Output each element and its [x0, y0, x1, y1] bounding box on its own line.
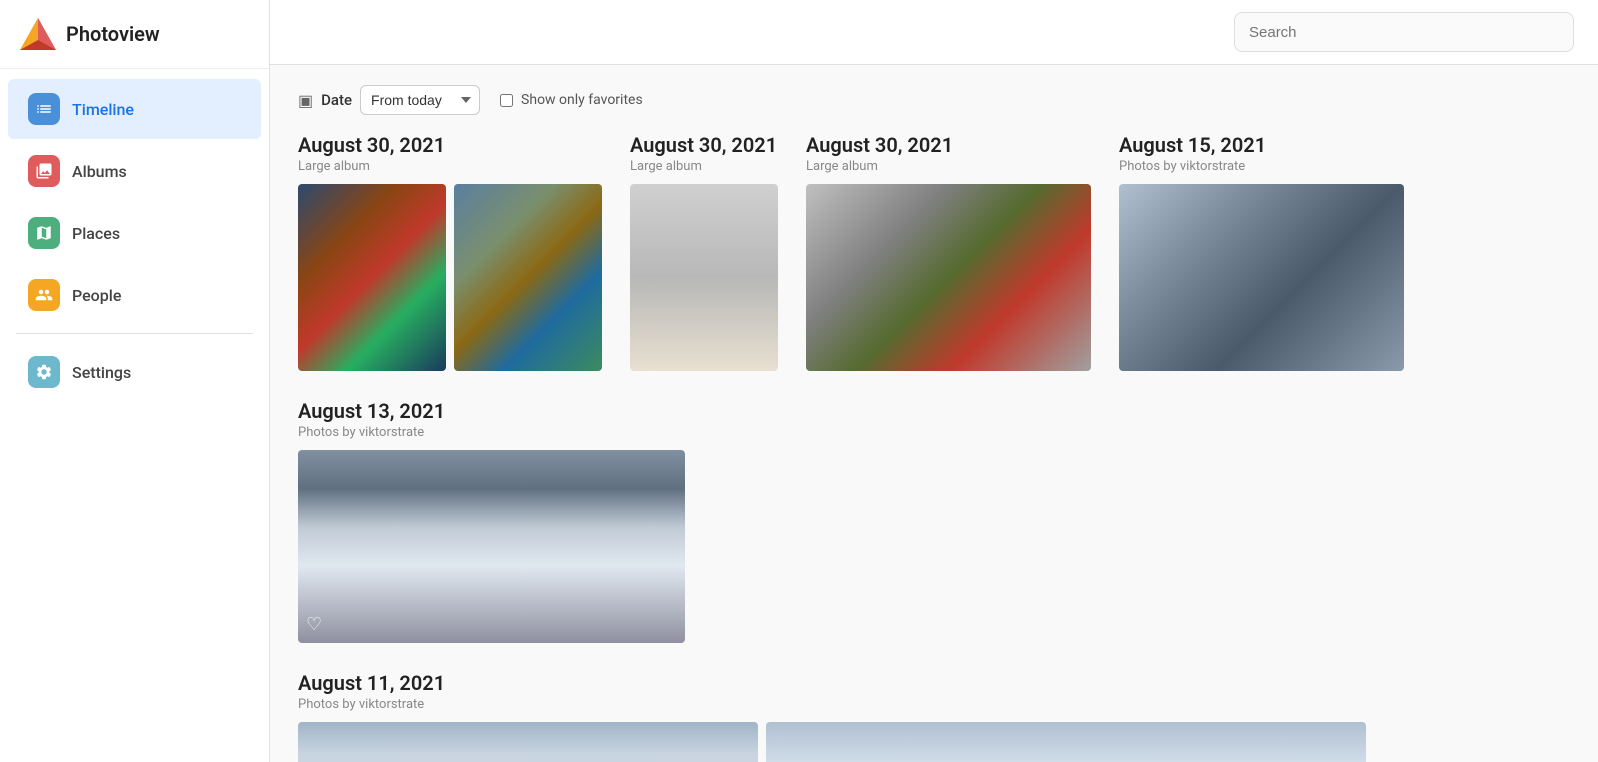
- group-subtitle: Photos by viktorstrate: [1119, 159, 1404, 174]
- photo-group-aug13: August 13, 2021 Photos by viktorstrate ♡: [298, 399, 1570, 643]
- filters-bar: ▣ Date From today Last 7 days Last 30 da…: [298, 85, 1570, 115]
- sidebar: Photoview Timeline Albums Places: [0, 0, 270, 762]
- date-label: Date: [321, 91, 352, 109]
- group-subtitle: Large album: [806, 159, 1091, 174]
- group-subtitle: Photos by viktorstrate: [298, 425, 1570, 440]
- sidebar-item-settings[interactable]: Settings: [8, 342, 261, 402]
- photo-thumb[interactable]: [454, 184, 602, 371]
- nav-divider: [16, 333, 253, 334]
- nav-items: Timeline Albums Places People: [0, 69, 269, 412]
- sidebar-item-places[interactable]: Places: [8, 203, 261, 263]
- albums-icon: [28, 155, 60, 187]
- settings-icon: [28, 356, 60, 388]
- photo-thumb[interactable]: [766, 722, 1366, 762]
- group-subtitle: Large album: [630, 159, 778, 174]
- photo-grid: [298, 184, 602, 371]
- photo-grid: [1119, 184, 1404, 371]
- group-subtitle: Photos by viktorstrate: [298, 697, 1570, 712]
- group-date: August 30, 2021: [630, 133, 778, 157]
- people-icon: [28, 279, 60, 311]
- sidebar-label-settings: Settings: [72, 363, 131, 382]
- date-dropdown[interactable]: From today Last 7 days Last 30 days Last…: [360, 85, 480, 115]
- group-date: August 30, 2021: [806, 133, 1091, 157]
- sidebar-item-timeline[interactable]: Timeline: [8, 79, 261, 139]
- sidebar-label-places: Places: [72, 224, 120, 243]
- group-date: August 11, 2021: [298, 671, 1570, 695]
- group-date: August 15, 2021: [1119, 133, 1404, 157]
- group-subtitle: Large album: [298, 159, 602, 174]
- photo-grid: [806, 184, 1091, 371]
- photo-grid: [298, 722, 1570, 762]
- favorites-checkbox[interactable]: [500, 94, 513, 107]
- photo-thumb[interactable]: [298, 722, 758, 762]
- group-date: August 30, 2021: [298, 133, 602, 157]
- places-icon: [28, 217, 60, 249]
- favorite-heart: ♡: [306, 614, 322, 635]
- timeline-icon: [28, 93, 60, 125]
- app-name: Photoview: [66, 22, 160, 46]
- sidebar-label-albums: Albums: [72, 162, 127, 181]
- group-date: August 13, 2021: [298, 399, 1570, 423]
- topbar: [270, 0, 1598, 65]
- app-logo-area: Photoview: [0, 0, 269, 69]
- calendar-icon: ▣: [298, 91, 313, 110]
- favorites-filter[interactable]: Show only favorites: [500, 92, 643, 108]
- photo-group-aug15: August 15, 2021 Photos by viktorstrate: [1119, 133, 1404, 371]
- sidebar-label-timeline: Timeline: [72, 100, 134, 119]
- main-content: ▣ Date From today Last 7 days Last 30 da…: [270, 0, 1598, 762]
- photo-group-aug30-2: August 30, 2021 Large album: [630, 133, 778, 371]
- photo-thumb[interactable]: [630, 184, 778, 371]
- date-filter-section: ▣ Date From today Last 7 days Last 30 da…: [298, 85, 480, 115]
- sidebar-item-people[interactable]: People: [8, 265, 261, 325]
- row-1: August 30, 2021 Large album August 30, 2…: [298, 133, 1570, 371]
- content-area: ▣ Date From today Last 7 days Last 30 da…: [270, 65, 1598, 762]
- photo-group-aug30-3: August 30, 2021 Large album: [806, 133, 1091, 371]
- sidebar-item-albums[interactable]: Albums: [8, 141, 261, 201]
- photo-grid: ♡: [298, 450, 1570, 643]
- photo-group-aug30-1: August 30, 2021 Large album: [298, 133, 602, 371]
- photo-grid: [630, 184, 778, 371]
- photo-thumb[interactable]: [806, 184, 1091, 371]
- photo-thumb[interactable]: [1119, 184, 1404, 371]
- photo-group-aug11: August 11, 2021 Photos by viktorstrate: [298, 671, 1570, 762]
- photo-thumb[interactable]: ♡: [298, 450, 685, 643]
- sidebar-label-people: People: [72, 286, 121, 305]
- photo-thumb[interactable]: [298, 184, 446, 371]
- search-input[interactable]: [1234, 12, 1574, 52]
- app-logo-icon: [20, 16, 56, 52]
- favorites-label: Show only favorites: [521, 92, 643, 108]
